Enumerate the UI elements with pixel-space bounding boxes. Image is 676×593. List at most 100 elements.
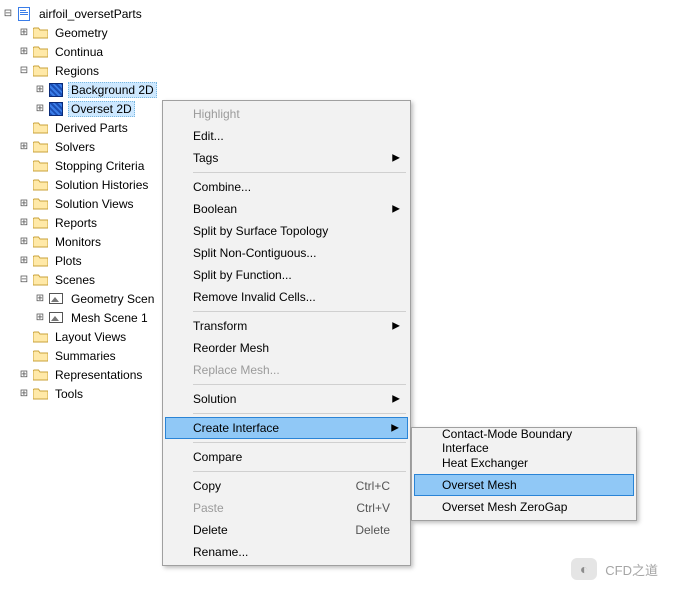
- menu-item-label: Split Non-Contiguous...: [193, 246, 316, 260]
- tree-item-label: Reports: [52, 215, 100, 231]
- collapse-icon[interactable]: ⊟: [2, 8, 14, 20]
- menu-item-label: Transform: [193, 319, 247, 333]
- tree-item-label: Geometry Scen: [68, 291, 157, 307]
- menu-item-label: Reorder Mesh: [193, 341, 269, 355]
- menu-separator: [193, 471, 406, 472]
- menu-item[interactable]: Solution ▶: [165, 388, 408, 410]
- mesh-icon: [48, 82, 64, 98]
- menu-item-label: Overset Mesh: [442, 478, 517, 492]
- tree-item[interactable]: ⊞ Background 2D: [0, 80, 676, 99]
- tree-item-label: Plots: [52, 253, 85, 269]
- tree-item-label: Geometry: [52, 25, 111, 41]
- expand-icon[interactable]: ⊞: [34, 84, 46, 96]
- menu-item[interactable]: Remove Invalid Cells...: [165, 286, 408, 308]
- wechat-icon: ◐: [571, 558, 597, 580]
- chevron-right-icon: ▶: [392, 394, 400, 405]
- menu-item[interactable]: Boolean ▶: [165, 198, 408, 220]
- collapse-icon[interactable]: ⊟: [18, 274, 30, 286]
- menu-item-shortcut: Ctrl+V: [356, 501, 390, 515]
- tree-item[interactable]: ⊞ Continua: [0, 42, 676, 61]
- tree-root[interactable]: ⊟ airfoil_oversetParts: [0, 4, 676, 23]
- menu-item-label: Copy: [193, 479, 221, 493]
- menu-item-label: Tags: [193, 151, 218, 165]
- tree-item[interactable]: ⊟ Regions: [0, 61, 676, 80]
- tree-item-label: Solvers: [52, 139, 98, 155]
- menu-item[interactable]: Split Non-Contiguous...: [165, 242, 408, 264]
- expand-icon[interactable]: ⊞: [18, 217, 30, 229]
- menu-item[interactable]: Heat Exchanger: [414, 452, 634, 474]
- chevron-right-icon: ▶: [392, 153, 400, 164]
- tree-item-label: Summaries: [52, 348, 119, 364]
- menu-item[interactable]: CopyCtrl+C: [165, 475, 408, 497]
- chevron-right-icon: ▶: [392, 204, 400, 215]
- menu-separator: [193, 311, 406, 312]
- menu-separator: [193, 413, 406, 414]
- folder-icon: [32, 63, 48, 79]
- tree-item-label: Layout Views: [52, 329, 129, 345]
- menu-item-shortcut: Delete: [355, 523, 390, 537]
- folder-icon: [32, 272, 48, 288]
- tree-item-label: Solution Histories: [52, 177, 151, 193]
- menu-item[interactable]: Rename...: [165, 541, 408, 563]
- expand-icon[interactable]: ⊞: [34, 312, 46, 324]
- menu-item-label: Replace Mesh...: [193, 363, 280, 377]
- menu-item-label: Overset Mesh ZeroGap: [442, 500, 567, 514]
- expand-icon[interactable]: ⊞: [18, 369, 30, 381]
- menu-item-label: Highlight: [193, 107, 240, 121]
- menu-item[interactable]: Tags ▶: [165, 147, 408, 169]
- folder-icon: [32, 253, 48, 269]
- tree-item-label: Monitors: [52, 234, 104, 250]
- scene-icon: [48, 291, 64, 307]
- menu-item[interactable]: Combine...: [165, 176, 408, 198]
- expand-icon[interactable]: ⊞: [18, 255, 30, 267]
- menu-item[interactable]: Transform ▶: [165, 315, 408, 337]
- menu-item: PasteCtrl+V: [165, 497, 408, 519]
- tree-item-label: Tools: [52, 386, 86, 402]
- menu-item: Replace Mesh...: [165, 359, 408, 381]
- expand-icon[interactable]: ⊞: [34, 293, 46, 305]
- expand-icon[interactable]: ⊞: [18, 141, 30, 153]
- expand-icon[interactable]: ⊞: [18, 27, 30, 39]
- folder-icon: [32, 234, 48, 250]
- folder-icon: [32, 44, 48, 60]
- menu-item-label: Contact-Mode Boundary Interface: [442, 427, 612, 455]
- folder-icon: [32, 367, 48, 383]
- menu-item[interactable]: Reorder Mesh: [165, 337, 408, 359]
- expand-icon[interactable]: ⊞: [18, 46, 30, 58]
- document-icon: [16, 6, 32, 22]
- menu-item[interactable]: Overset Mesh: [414, 474, 634, 496]
- context-menu[interactable]: HighlightEdit...Tags▶Combine...Boolean▶S…: [162, 100, 411, 566]
- chevron-right-icon: ▶: [392, 321, 400, 332]
- tree-item-label: Derived Parts: [52, 120, 131, 136]
- menu-item-label: Combine...: [193, 180, 251, 194]
- menu-item: Highlight: [165, 103, 408, 125]
- tree-item-label: Continua: [52, 44, 106, 60]
- tree-item-label: Background 2D: [68, 82, 157, 98]
- menu-item[interactable]: DeleteDelete: [165, 519, 408, 541]
- menu-item[interactable]: Create Interface▶: [165, 417, 408, 439]
- menu-separator: [193, 172, 406, 173]
- folder-icon: [32, 139, 48, 155]
- menu-item-label: Solution: [193, 392, 236, 406]
- collapse-icon[interactable]: ⊟: [18, 65, 30, 77]
- menu-item[interactable]: Compare: [165, 446, 408, 468]
- menu-separator: [193, 384, 406, 385]
- expand-icon[interactable]: ⊞: [18, 388, 30, 400]
- menu-item[interactable]: Contact-Mode Boundary Interface: [414, 430, 634, 452]
- tree-item-label: Solution Views: [52, 196, 137, 212]
- menu-item[interactable]: Overset Mesh ZeroGap: [414, 496, 634, 518]
- expand-icon[interactable]: ⊞: [18, 236, 30, 248]
- menu-item-label: Split by Surface Topology: [193, 224, 328, 238]
- chevron-right-icon: ▶: [391, 423, 399, 434]
- mesh-icon: [48, 101, 64, 117]
- tree-item-label: Regions: [52, 63, 102, 79]
- watermark-text: CFD之道: [605, 560, 658, 579]
- tree-item[interactable]: ⊞ Geometry: [0, 23, 676, 42]
- create-interface-submenu[interactable]: Contact-Mode Boundary InterfaceHeat Exch…: [411, 427, 637, 521]
- menu-item-label: Boolean: [193, 202, 237, 216]
- menu-item[interactable]: Split by Surface Topology: [165, 220, 408, 242]
- menu-item[interactable]: Split by Function...: [165, 264, 408, 286]
- expand-icon[interactable]: ⊞: [34, 103, 46, 115]
- menu-item[interactable]: Edit...: [165, 125, 408, 147]
- expand-icon[interactable]: ⊞: [18, 198, 30, 210]
